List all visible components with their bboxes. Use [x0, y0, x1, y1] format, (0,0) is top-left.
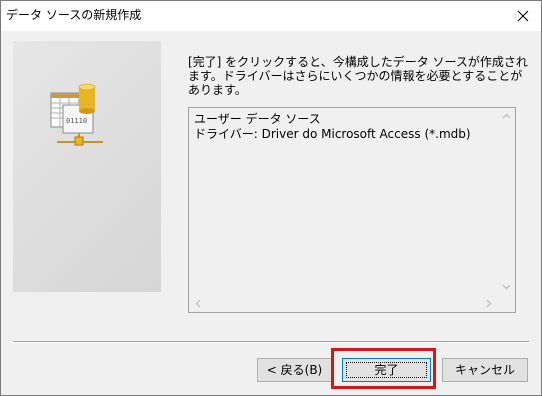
- footer-separator: [13, 341, 529, 343]
- svg-text:01110: 01110: [66, 117, 87, 125]
- database-network-icon: 01110: [50, 83, 103, 146]
- window-title: データ ソースの新規作成: [6, 8, 142, 22]
- driver-line: ドライバー: Driver do Microsoft Access (*.mdb…: [194, 127, 471, 141]
- instruction-text: [完了] をクリックすると、今構成したデータ ソースが作成されます。ドライバーは…: [188, 55, 528, 97]
- scroll-down-icon[interactable]: [502, 284, 511, 290]
- wizard-side-panel: 01110: [13, 41, 161, 292]
- cancel-button[interactable]: キャンセル: [442, 358, 528, 382]
- finish-button[interactable]: 完了: [342, 358, 431, 382]
- scroll-up-icon[interactable]: [502, 113, 511, 119]
- title-bar: データ ソースの新規作成: [1, 1, 541, 31]
- scrollbar-corner: [498, 295, 515, 312]
- back-button[interactable]: < 戻る(B): [257, 358, 332, 382]
- scroll-left-icon[interactable]: [195, 299, 201, 308]
- dialog-window: データ ソースの新規作成 01110 [完了] をクリックすると、今構成したデー…: [0, 0, 542, 396]
- focus-rectangle: [346, 362, 427, 378]
- summary-box[interactable]: ユーザー データ ソース ドライバー: Driver do Microsoft …: [188, 107, 516, 313]
- horizontal-scrollbar[interactable]: [189, 295, 498, 312]
- close-button[interactable]: [505, 1, 541, 31]
- vertical-scrollbar[interactable]: [498, 108, 515, 295]
- scroll-right-icon[interactable]: [486, 299, 492, 308]
- close-icon: [517, 10, 529, 22]
- data-source-type-line: ユーザー データ ソース: [194, 112, 321, 126]
